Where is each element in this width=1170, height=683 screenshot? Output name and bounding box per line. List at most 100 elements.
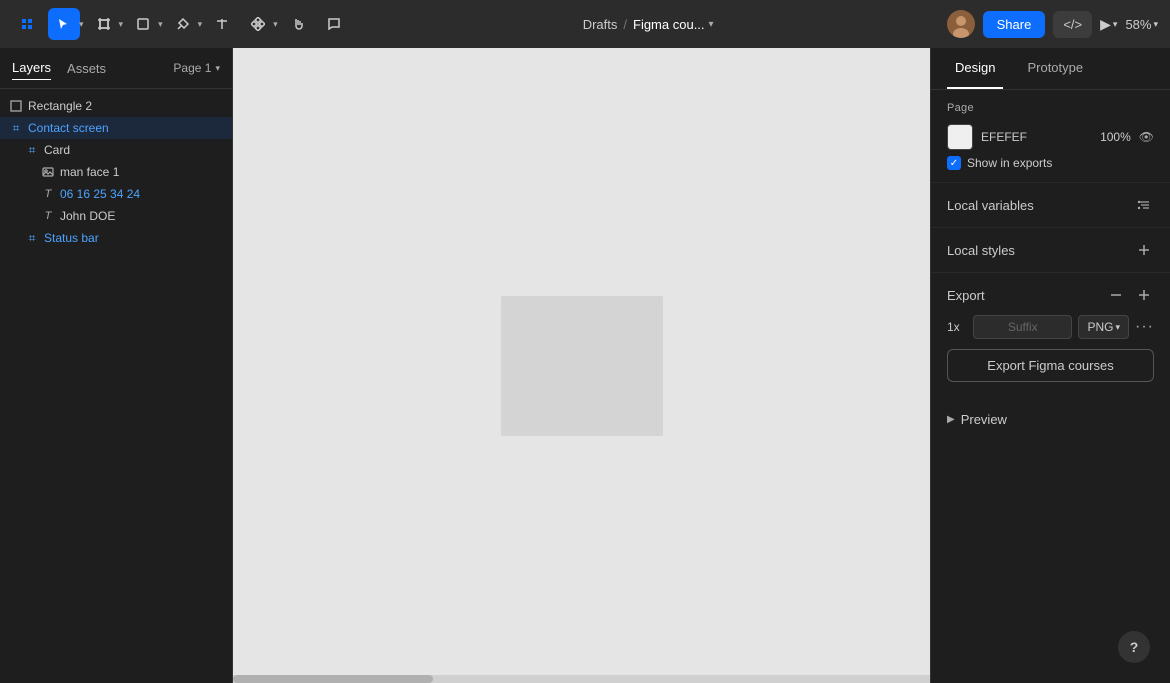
local-styles-title: Local styles <box>947 243 1134 258</box>
play-button[interactable]: ▶ ▾ <box>1100 16 1117 33</box>
frame-chevron: ▾ <box>119 19 124 30</box>
breadcrumb-drafts[interactable]: Drafts <box>583 17 618 32</box>
layer-icon-image <box>40 164 56 180</box>
zoom-indicator[interactable]: 58% ▾ <box>1125 17 1158 32</box>
right-panel-tabs: Design Prototype <box>931 48 1170 90</box>
breadcrumb-separator: / <box>623 17 627 32</box>
export-header-row: Export <box>947 285 1154 305</box>
play-chevron-icon: ▾ <box>1113 19 1118 30</box>
shape-tool-button[interactable] <box>127 8 159 40</box>
layer-icon-shape <box>8 98 24 114</box>
local-styles-section: Local styles <box>931 228 1170 273</box>
export-remove-button[interactable] <box>1106 285 1126 305</box>
component-tool-group[interactable]: ▾ <box>242 8 278 40</box>
panel-tabs: Layers Assets Page 1 ▾ <box>0 48 232 89</box>
component-tool-button[interactable] <box>242 8 274 40</box>
play-icon: ▶ <box>1100 16 1111 33</box>
layer-item-rectangle2[interactable]: Rectangle 2 <box>0 95 232 117</box>
page-color-row: EFEFEF 100% 👁 <box>947 124 1154 150</box>
checkbox-check-icon: ✓ <box>950 158 958 169</box>
help-button[interactable]: ? <box>1118 631 1150 663</box>
text-tool-button[interactable] <box>206 8 238 40</box>
shape-chevron: ▾ <box>158 19 163 30</box>
layer-icon-frame-card: ⌗ <box>24 142 40 158</box>
share-button[interactable]: Share <box>983 11 1046 38</box>
export-section: Export 1x Suffix PNG ▾ ··· Export Figma … <box>931 273 1170 404</box>
page-color-swatch[interactable] <box>947 124 973 150</box>
layer-icon-frame-status: ⌗ <box>24 230 40 246</box>
export-scale-value[interactable]: 1x <box>947 320 967 334</box>
show-in-exports-row: ✓ Show in exports <box>947 156 1154 170</box>
canvas-frame-preview <box>501 296 663 436</box>
left-panel: Layers Assets Page 1 ▾ Rectangle 2 ⌗ Con… <box>0 48 233 683</box>
local-variables-settings-button[interactable] <box>1134 195 1154 215</box>
page-opacity-value[interactable]: 100% <box>1100 130 1131 144</box>
preview-section[interactable]: ▶ Preview <box>931 404 1170 435</box>
export-settings-row: 1x Suffix PNG ▾ ··· <box>947 315 1154 339</box>
layer-item-status-bar[interactable]: ⌗ Status bar <box>16 227 232 249</box>
breadcrumb-chevron-icon: ▾ <box>709 19 714 30</box>
layer-item-card[interactable]: ⌗ Card <box>16 139 232 161</box>
code-icon: </> <box>1063 17 1082 32</box>
page-color-hex[interactable]: EFEFEF <box>981 130 1092 144</box>
frame-tool-button[interactable] <box>88 8 120 40</box>
show-in-exports-label: Show in exports <box>967 156 1052 170</box>
pen-chevron: ▾ <box>198 19 203 30</box>
tab-layers[interactable]: Layers <box>12 56 51 80</box>
toolbar-center: Drafts / Figma cou... ▾ <box>354 17 943 32</box>
export-suffix-field[interactable]: Suffix <box>973 315 1072 339</box>
layer-item-contact-screen[interactable]: ⌗ Contact screen <box>0 117 232 139</box>
layer-icon-frame-contact: ⌗ <box>8 120 24 136</box>
show-in-exports-checkbox[interactable]: ✓ <box>947 156 961 170</box>
select-tool-button[interactable] <box>48 8 80 40</box>
export-format-selector[interactable]: PNG ▾ <box>1078 315 1129 339</box>
local-variables-actions <box>1134 195 1154 215</box>
breadcrumb-current[interactable]: Figma cou... ▾ <box>633 17 714 32</box>
export-title: Export <box>947 288 1098 303</box>
tab-design[interactable]: Design <box>947 48 1003 89</box>
page-section-title: Page <box>947 102 1154 114</box>
select-chevron: ▾ <box>79 19 84 30</box>
page-visibility-icon[interactable]: 👁 <box>1139 130 1154 144</box>
tab-assets[interactable]: Assets <box>67 57 106 80</box>
export-button[interactable]: Export Figma courses <box>947 349 1154 382</box>
export-format-chevron-icon: ▾ <box>1115 322 1120 333</box>
preview-chevron-icon: ▶ <box>947 414 955 425</box>
layer-item-phone-number[interactable]: T 06 16 25 34 24 <box>32 183 232 205</box>
main-menu-button[interactable] <box>12 8 44 40</box>
right-panel: Design Prototype Page EFEFEF 100% 👁 ✓ Sh… <box>930 48 1170 683</box>
frame-tool-group[interactable]: ▾ <box>88 8 124 40</box>
layer-item-man-face[interactable]: man face 1 <box>32 161 232 183</box>
pen-tool-button[interactable] <box>167 8 199 40</box>
local-styles-add-button[interactable] <box>1134 240 1154 260</box>
local-styles-actions <box>1134 240 1154 260</box>
zoom-chevron-icon: ▾ <box>1153 19 1158 30</box>
shape-tool-group[interactable]: ▾ <box>127 8 163 40</box>
scrollbar-thumb[interactable] <box>233 675 433 683</box>
toolbar: ▾ ▾ ▾ <box>0 0 1170 48</box>
code-button[interactable]: </> <box>1053 11 1092 38</box>
layer-item-name[interactable]: T John DOE <box>32 205 232 227</box>
export-add-button[interactable] <box>1134 285 1154 305</box>
export-more-button[interactable]: ··· <box>1135 318 1154 336</box>
hand-tool-button[interactable] <box>282 8 314 40</box>
canvas-area[interactable] <box>233 48 930 683</box>
horizontal-scrollbar[interactable] <box>233 675 930 683</box>
pen-tool-group[interactable]: ▾ <box>167 8 203 40</box>
local-variables-section: Local variables <box>931 183 1170 228</box>
toolbar-left: ▾ ▾ ▾ <box>12 8 350 40</box>
preview-label: Preview <box>961 412 1007 427</box>
avatar <box>947 10 975 38</box>
page-chevron-icon: ▾ <box>215 63 220 74</box>
tab-prototype[interactable]: Prototype <box>1019 48 1091 89</box>
main-area: Layers Assets Page 1 ▾ Rectangle 2 ⌗ Con… <box>0 48 1170 683</box>
page-section: Page EFEFEF 100% 👁 ✓ Show in exports <box>931 90 1170 183</box>
page-selector[interactable]: Page 1 ▾ <box>173 61 220 75</box>
component-chevron: ▾ <box>273 19 278 30</box>
layer-icon-text-phone: T <box>40 186 56 202</box>
select-tool-group[interactable]: ▾ <box>48 8 84 40</box>
layer-tree: Rectangle 2 ⌗ Contact screen ⌗ Card man … <box>0 89 232 683</box>
comment-tool-button[interactable] <box>318 8 350 40</box>
layer-icon-text-name: T <box>40 208 56 224</box>
breadcrumb: Drafts / Figma cou... ▾ <box>583 17 714 32</box>
